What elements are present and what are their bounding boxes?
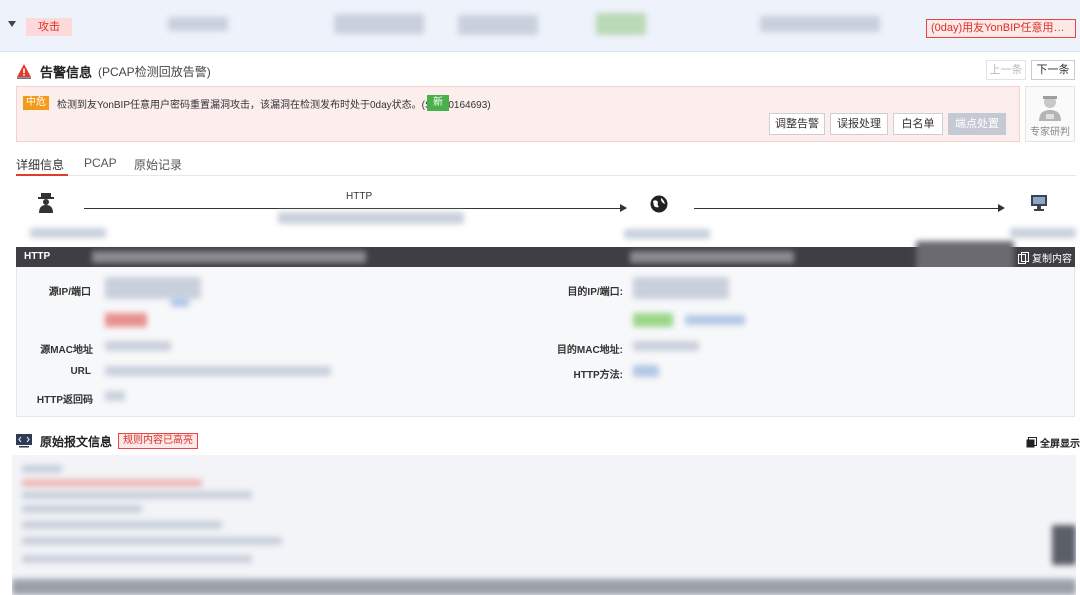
raw-message-title: 原始报文信息 [40,434,113,449]
tab-details[interactable]: 详细信息 [16,156,64,173]
expert-label: 专家研判 [1030,127,1070,138]
next-button[interactable]: 下一条 [1031,60,1075,80]
tab-pcap[interactable]: PCAP [84,156,117,170]
redacted-src-mac [105,341,171,351]
traffic-flow: HTTP [0,185,1080,243]
http-status-label: HTTP返回码 [36,395,93,406]
redacted-cell [168,17,228,31]
redacted-raw-line [22,555,252,563]
src-mac-label: 源MAC地址 [40,345,93,356]
redacted-http-method [633,365,659,377]
attack-tag: 攻击 [26,18,72,36]
redacted-http-status [105,391,125,401]
redacted-dst-ip [633,277,729,299]
redacted-raw-line [22,491,252,499]
vulnerability-title-tag[interactable]: (0day)用友YonBIP任意用户密码重... [926,19,1076,38]
copy-icon [1018,251,1029,264]
url-label: URL [70,366,91,377]
tab-raw-record[interactable]: 原始记录 [134,156,182,173]
fullscreen-label: 全屏显示 [1040,439,1080,450]
flow-arrow [998,204,1005,212]
dst-ip-port-label: 目的IP/端口: [567,287,623,298]
redacted-raw-line [22,521,222,529]
dst-mac-label: 目的MAC地址: [556,345,623,356]
rule-highlight-tag: 规则内容已高亮 [118,433,199,449]
redacted-cell [760,16,880,32]
redacted-src-port [171,297,189,307]
redacted-url [105,366,331,376]
redacted-header-value [630,251,794,263]
redacted-gateway-ip [624,229,710,239]
redacted-attacker-ip [30,228,106,238]
redacted-flow-info [278,212,464,224]
redacted-raw-line [22,465,62,473]
redacted-src-geo [105,313,147,327]
adjust-alert-button[interactable]: 调整告警 [769,113,825,135]
new-badge: 新 [427,95,449,111]
http-details: 源IP/端口 目的IP/端口: 源MAC地址 目的MAC地址: URL HTTP… [16,267,1075,417]
flow-line [694,208,1000,209]
alert-description: 检测到友YonBIP任意用户密码重置漏洞攻击，该漏洞在检测发布时处于0day状态… [57,100,491,111]
copy-content-label: 复制内容 [1032,254,1072,265]
collapse-caret-icon[interactable] [8,21,16,27]
flow-arrow [620,204,627,212]
redacted-dst-geo [685,315,745,325]
redacted-raw-scroll [1052,525,1076,565]
warning-icon [17,64,31,79]
redacted-target-ip [1010,228,1076,238]
expert-avatar-icon [1039,96,1061,121]
severity-badge: 中危 [23,96,49,110]
globe-icon [650,195,668,213]
http-section-header: HTTP 复制内容 [16,241,1075,273]
redacted-raw-line [22,537,282,545]
redacted-header-value [92,251,366,263]
false-positive-button[interactable]: 误报处理 [830,113,888,135]
http-section-label: HTTP [24,251,51,262]
alert-subtitle: (PCAP检测回放告警) [98,64,211,79]
http-method-label: HTTP方法: [573,370,623,381]
detail-tabs: 详细信息 PCAP 原始记录 [16,152,1076,176]
active-tab-underline [16,174,68,176]
fullscreen-button[interactable]: 全屏显示 [1026,435,1080,450]
redacted-raw-line [22,505,142,513]
redacted-cell [458,15,538,35]
protocol-label: HTTP [346,191,373,202]
redacted-dst-mac [633,341,699,351]
code-icon [16,434,32,448]
alert-header: 告警信息 (PCAP检测回放告警) [16,62,211,80]
copy-content-button[interactable]: 复制内容 [1018,250,1072,265]
redacted-raw-line [22,479,202,487]
redacted-src-ip [105,277,201,299]
raw-message-content[interactable] [12,455,1076,595]
redacted-dst-geo [633,313,673,327]
redacted-raw-line [12,579,1076,595]
redacted-cell [596,13,646,35]
redacted-cell [334,14,424,34]
prev-button[interactable]: 上一条 [986,60,1026,80]
server-monitor-icon [1031,195,1047,211]
expert-analysis-button[interactable]: 专家研判 [1025,86,1075,142]
attacker-icon [38,193,54,213]
endpoint-handling-button[interactable]: 端点处置 [948,113,1006,135]
alert-title: 告警信息 [40,64,93,80]
raw-message-header: 原始报文信息 规则内容已高亮 [16,432,199,450]
whitelist-button[interactable]: 白名单 [893,113,943,135]
fullscreen-icon [1026,437,1037,448]
flow-line [84,208,626,209]
alert-list-row[interactable]: 攻击 (0day)用友YonBIP任意用户密码重... [0,0,1080,52]
src-ip-port-label: 源IP/端口 [48,287,91,298]
alert-banner: 中危 检测到友YonBIP任意用户密码重置漏洞攻击，该漏洞在检测发布时处于0da… [16,86,1020,142]
